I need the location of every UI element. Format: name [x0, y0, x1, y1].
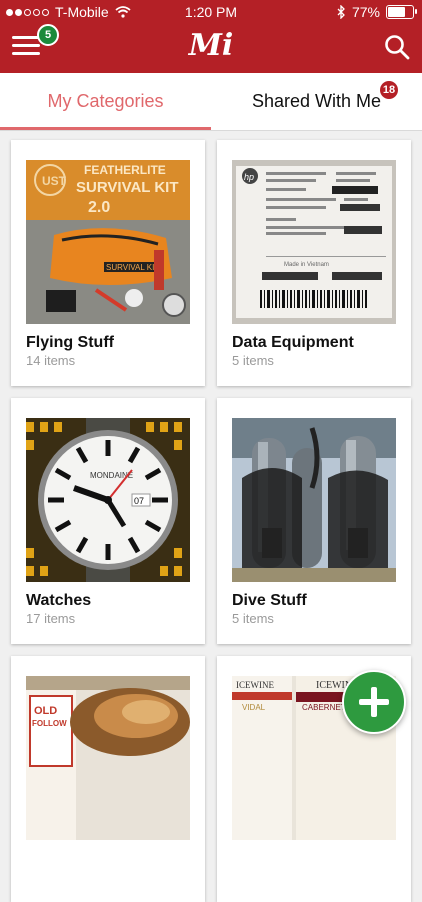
category-card-food[interactable]: OLD FOLLOW — [11, 656, 205, 902]
category-card-dive-stuff[interactable]: Dive Stuff 5 items — [217, 398, 411, 644]
image-text-ust: UST — [42, 174, 67, 188]
svg-text:hp: hp — [244, 172, 254, 182]
category-name: Flying Stuff — [26, 334, 114, 351]
add-category-button[interactable] — [342, 670, 406, 734]
category-item-count: 14 items — [26, 353, 76, 368]
bluetooth-icon — [337, 5, 345, 19]
category-image — [232, 418, 396, 582]
app-logo: Mi — [188, 28, 234, 63]
svg-text:2.0: 2.0 — [88, 199, 110, 216]
category-name: Dive Stuff — [232, 592, 307, 609]
category-image: hp Made in Vietnam — [232, 160, 396, 324]
svg-text:FOLLOW: FOLLOW — [32, 719, 67, 728]
category-card-data-equipment[interactable]: hp Made in Vietnam Data Equipment 5 item… — [217, 140, 411, 386]
category-item-count: 5 items — [232, 353, 274, 368]
tab-my-categories[interactable]: My Categories — [0, 73, 211, 130]
category-name: Watches — [26, 592, 92, 609]
category-item-count: 17 items — [26, 611, 76, 626]
category-name: Data Equipment — [232, 334, 354, 351]
category-card-watches[interactable]: MONDAINE 07 Watches 17 items — [11, 398, 205, 644]
battery-icon — [386, 5, 417, 19]
category-image: OLD FOLLOW — [26, 676, 190, 840]
svg-text:07: 07 — [134, 496, 144, 506]
category-image: UST FEATHERLITE SURVIVAL KIT 2.0 SURVIVA… — [26, 160, 190, 324]
category-image: MONDAINE 07 — [26, 418, 190, 582]
status-bar: T-Mobile 1:20 PM 77% — [0, 0, 422, 24]
search-icon[interactable] — [384, 34, 410, 60]
app-header: T-Mobile 1:20 PM 77% 5 Mi — [0, 0, 422, 73]
svg-text:ICEWINE: ICEWINE — [236, 680, 274, 690]
svg-text:Made in Vietnam: Made in Vietnam — [284, 262, 329, 268]
svg-text:VIDAL: VIDAL — [242, 703, 266, 712]
svg-text:SURVIVAL KIT: SURVIVAL KIT — [76, 179, 179, 196]
svg-text:OLD: OLD — [34, 705, 57, 717]
category-tabs: My Categories Shared With Me — [0, 73, 422, 131]
battery-percent: 77% — [351, 4, 380, 20]
svg-text:FEATHERLITE: FEATHERLITE — [84, 163, 166, 177]
svg-text:SURVIVAL KIT: SURVIVAL KIT — [106, 263, 159, 272]
category-item-count: 5 items — [232, 611, 274, 626]
shared-badge: 18 — [380, 81, 398, 99]
category-card-flying-stuff[interactable]: UST FEATHERLITE SURVIVAL KIT 2.0 SURVIVA… — [11, 140, 205, 386]
